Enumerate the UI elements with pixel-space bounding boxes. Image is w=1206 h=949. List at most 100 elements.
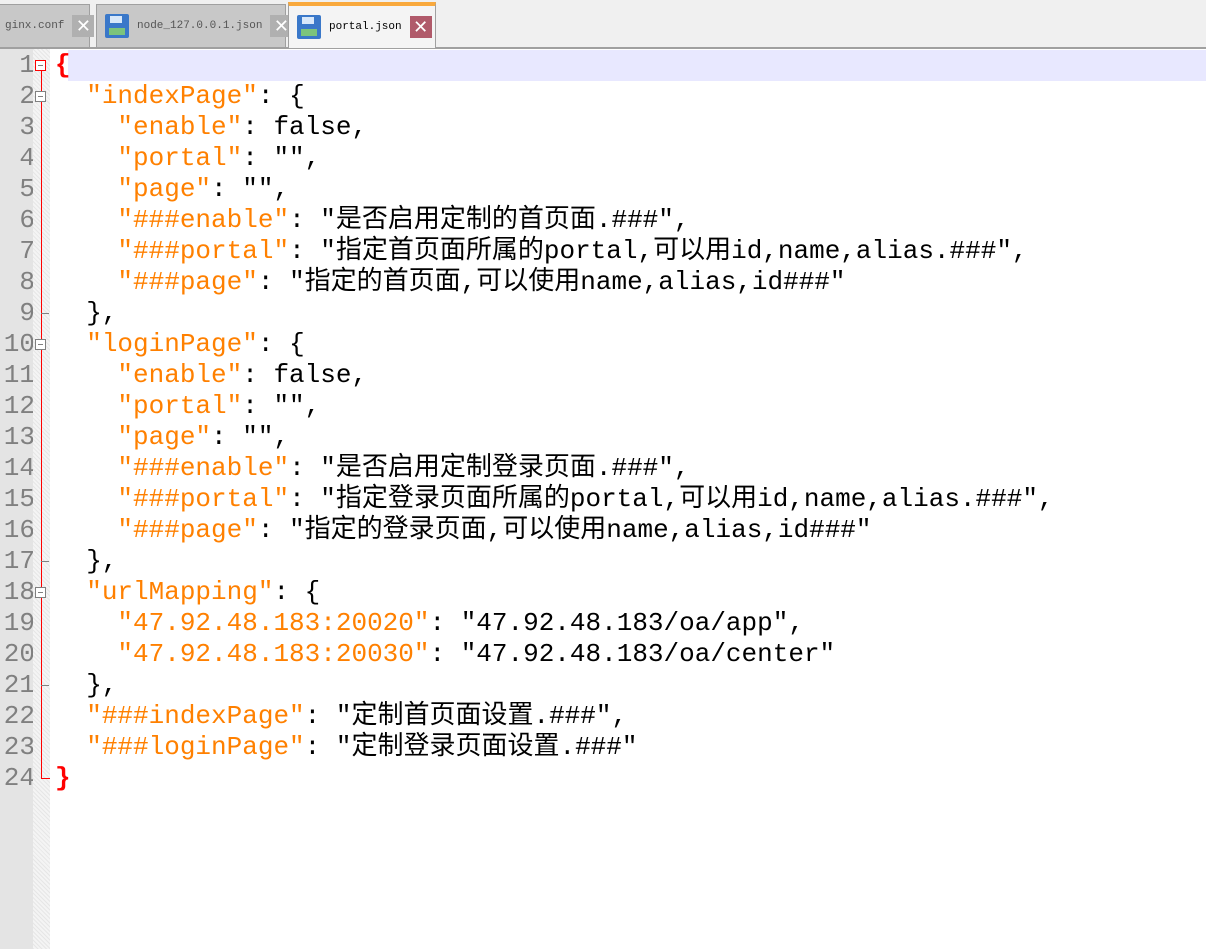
tab-portal-json[interactable]: portal.json ✕ <box>288 2 436 48</box>
json-key: "47.92.48.183:20030" <box>117 639 430 669</box>
json-text: : "定制登录页面设置.###" <box>304 732 638 762</box>
close-tab-icon[interactable]: ✕ <box>409 16 432 38</box>
code-line: "portal": "", <box>55 391 1054 422</box>
json-text: : "是否启用定制登录页面.###", <box>289 453 690 483</box>
tab-node-json[interactable]: node_127.0.0.1.json ✕ <box>96 4 293 47</box>
json-key: "###portal" <box>117 236 290 266</box>
json-text <box>55 422 117 452</box>
json-text: : "指定首页面所属的portal,可以用id,name,alias.###", <box>289 236 1028 266</box>
line-number: 9 <box>19 298 33 328</box>
json-text: : { <box>257 329 305 359</box>
line-number: 7 <box>19 236 33 266</box>
json-key: "urlMapping" <box>86 577 274 607</box>
json-text <box>55 360 117 390</box>
line-number: 8 <box>19 267 33 297</box>
fold-toggle-icon[interactable] <box>35 91 46 102</box>
code-line: "urlMapping": { <box>55 577 1054 608</box>
code-line: { <box>55 50 1054 81</box>
json-key: "enable" <box>117 360 243 390</box>
json-text <box>55 236 117 266</box>
fold-toggle-icon[interactable] <box>35 60 46 71</box>
json-text: : { <box>257 81 305 111</box>
code-line: "###enable": "是否启用定制的首页面.###", <box>55 205 1054 236</box>
line-number: 16 <box>3 515 33 545</box>
code-line: "loginPage": { <box>55 329 1054 360</box>
line-number: 19 <box>3 608 33 638</box>
tab-bar: ginx.conf ✕ node_127.0.0.1.json ✕ portal… <box>0 0 1206 49</box>
json-text: : "是否启用定制的首页面.###", <box>289 205 690 235</box>
json-key: "###page" <box>117 267 258 297</box>
code-line: }, <box>55 670 1054 701</box>
line-number: 18 <box>3 577 33 607</box>
json-key: "loginPage" <box>86 329 258 359</box>
code-line: "page": "", <box>55 422 1054 453</box>
json-text <box>55 453 117 483</box>
line-number: 5 <box>19 174 33 204</box>
code-line: "portal": "", <box>55 143 1054 174</box>
json-text: }, <box>55 670 118 700</box>
tab-label: ginx.conf <box>5 20 65 32</box>
matched-brace: } <box>55 763 71 793</box>
fold-end-tick <box>41 313 49 314</box>
fold-line <box>41 71 42 778</box>
line-number-gutter: 1 2 3 4 5 6 7 8 9 10 11 12 13 14 15 16 17 18 19 20 21 22 23 24 <box>0 49 33 949</box>
json-key: "portal" <box>117 391 243 421</box>
json-text: : "指定的登录页面,可以使用name,alias,id###" <box>257 515 872 545</box>
json-key: "page" <box>117 422 212 452</box>
fold-end-marker <box>41 778 50 779</box>
json-key: "portal" <box>117 143 243 173</box>
code-line: "47.92.48.183:20030": "47.92.48.183/oa/c… <box>55 639 1054 670</box>
line-number: 13 <box>3 422 33 452</box>
json-text <box>55 732 86 762</box>
fold-toggle-icon[interactable] <box>35 339 46 350</box>
json-text <box>55 577 86 607</box>
fold-end-tick <box>41 561 49 562</box>
line-number: 24 <box>3 763 33 793</box>
code-line: "page": "", <box>55 174 1054 205</box>
code-line: } <box>55 763 1054 794</box>
json-text: : { <box>273 577 321 607</box>
json-text: : false, <box>242 360 368 390</box>
close-tab-icon[interactable]: ✕ <box>72 15 95 37</box>
code-line: "enable": false, <box>55 112 1054 143</box>
line-number: 1 <box>19 50 33 80</box>
save-icon <box>297 15 321 39</box>
json-text <box>55 391 117 421</box>
json-key: "###enable" <box>117 205 290 235</box>
code-line: "###enable": "是否启用定制登录页面.###", <box>55 453 1054 484</box>
json-text: : "", <box>211 174 290 204</box>
json-key: "47.92.48.183:20020" <box>117 608 430 638</box>
json-text <box>55 174 117 204</box>
json-text: : "", <box>211 422 290 452</box>
save-icon <box>105 14 129 38</box>
json-text: : "指定的首页面,可以使用name,alias,id###" <box>257 267 846 297</box>
json-text: : "", <box>242 391 321 421</box>
json-text: : "47.92.48.183/oa/app", <box>429 608 804 638</box>
json-text: : false, <box>242 112 368 142</box>
line-number: 11 <box>3 360 33 390</box>
json-key: "enable" <box>117 112 243 142</box>
line-number: 4 <box>19 143 33 173</box>
fold-toggle-icon[interactable] <box>35 587 46 598</box>
json-text: }, <box>55 546 118 576</box>
json-text: : "指定登录页面所属的portal,可以用id,name,alias.###"… <box>289 484 1054 514</box>
line-number: 17 <box>3 546 33 576</box>
tab-nginx-conf[interactable]: ginx.conf ✕ <box>0 4 95 47</box>
line-number: 3 <box>19 112 33 142</box>
json-text <box>55 112 117 142</box>
code-line: "###indexPage": "定制首页面设置.###", <box>55 701 1054 732</box>
json-text <box>55 143 117 173</box>
line-number: 15 <box>3 484 33 514</box>
line-number: 6 <box>19 205 33 235</box>
code-line: "###page": "指定的登录页面,可以使用name,alias,id###… <box>55 515 1054 546</box>
json-key: "###portal" <box>117 484 290 514</box>
json-text <box>55 639 117 669</box>
json-key: "page" <box>117 174 212 204</box>
json-text <box>55 701 86 731</box>
code-line: }, <box>55 298 1054 329</box>
json-key: "###loginPage" <box>86 732 305 762</box>
code-line: "###loginPage": "定制登录页面设置.###" <box>55 732 1054 763</box>
line-number: 2 <box>19 81 33 111</box>
code-editor[interactable]: { "indexPage": { "enable": false, "porta… <box>55 50 1054 794</box>
line-number: 22 <box>3 701 33 731</box>
